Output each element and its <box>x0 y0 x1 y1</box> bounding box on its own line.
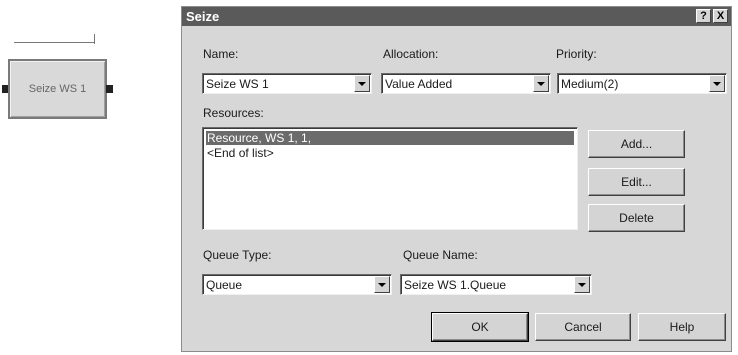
priority-label: Priority: <box>556 47 597 61</box>
priority-value: Medium(2) <box>561 77 619 91</box>
delete-button[interactable]: Delete <box>588 204 685 232</box>
list-item[interactable]: Resource, WS 1, 1, <box>206 131 574 145</box>
name-label: Name: <box>203 47 239 61</box>
add-button[interactable]: Add... <box>588 130 685 158</box>
allocation-label: Allocation: <box>383 47 439 61</box>
module-output-connector[interactable] <box>106 85 113 93</box>
queue-type-combo[interactable]: Queue <box>202 274 392 295</box>
chevron-down-icon[interactable] <box>354 75 370 92</box>
ok-button[interactable]: OK <box>431 312 529 342</box>
connector-line-horizontal <box>14 42 95 43</box>
seize-dialog: Seize ? X Name: Allocation: Priority: Se… <box>181 6 732 352</box>
queue-name-label: Queue Name: <box>403 248 478 262</box>
resources-listbox[interactable]: Resource, WS 1, 1, <End of list> <box>202 127 578 230</box>
name-value: Seize WS 1 <box>206 77 269 91</box>
help-icon[interactable]: ? <box>696 9 711 23</box>
help-button[interactable]: Help <box>638 313 726 341</box>
priority-combo[interactable]: Medium(2) <box>557 73 727 94</box>
allocation-value: Value Added <box>385 77 453 91</box>
dialog-title: Seize <box>186 9 220 24</box>
resources-label: Resources: <box>203 106 264 120</box>
chevron-down-icon[interactable] <box>709 75 725 92</box>
seize-module-block[interactable]: Seize WS 1 <box>8 59 107 119</box>
chevron-down-icon[interactable] <box>533 75 549 92</box>
close-icon[interactable]: X <box>713 9 728 23</box>
chevron-down-icon[interactable] <box>374 276 390 293</box>
name-combo[interactable]: Seize WS 1 <box>202 73 372 94</box>
edit-button[interactable]: Edit... <box>588 168 685 196</box>
queue-type-label: Queue Type: <box>203 248 272 262</box>
allocation-combo[interactable]: Value Added <box>381 73 551 94</box>
module-label: Seize WS 1 <box>28 83 87 95</box>
queue-name-value: Seize WS 1.Queue <box>404 278 507 292</box>
list-item[interactable]: <End of list> <box>206 146 274 160</box>
connector-line-tick <box>94 34 95 44</box>
cancel-button[interactable]: Cancel <box>535 313 631 341</box>
chevron-down-icon[interactable] <box>574 276 590 293</box>
queue-type-value: Queue <box>206 278 243 292</box>
queue-name-combo[interactable]: Seize WS 1.Queue <box>400 274 592 295</box>
dialog-titlebar[interactable]: Seize ? X <box>182 7 731 26</box>
